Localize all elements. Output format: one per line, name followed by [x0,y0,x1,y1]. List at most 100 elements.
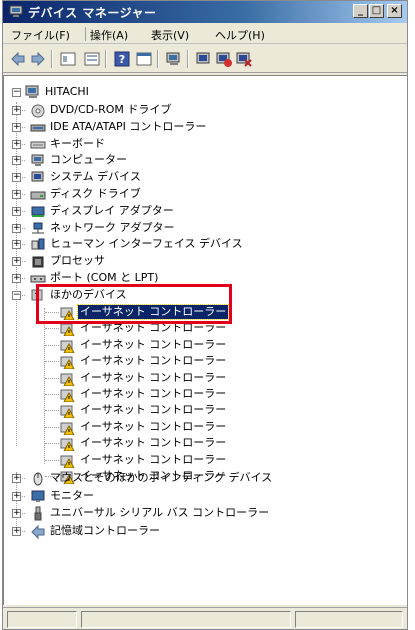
back-icon[interactable] [9,50,27,68]
expand-icon[interactable]: + [12,122,21,132]
tree-item-label: ネットワーク アダプター [50,220,175,234]
help-icon[interactable]: ? [113,50,131,68]
tree-line [45,361,59,363]
title-bar[interactable]: デバイス マネージャー _ □ × [3,1,407,23]
expand-icon[interactable]: + [12,223,21,233]
tree-item-system-devices[interactable]: + システム デバイス [10,169,340,186]
display-adapter-icon [31,206,45,217]
expand-icon[interactable]: + [12,257,21,267]
tree-line [45,443,59,445]
tree-item-label: 記憶域コントローラー [50,523,160,537]
keyboard-icon [30,141,46,149]
tree-item-usb-controllers[interactable]: + ユニバーサル シリアル バス コントローラー [10,505,340,522]
tree-item-ethernet-controller[interactable]: イーサネット コントローラー [10,402,340,419]
expand-icon[interactable]: + [12,240,21,250]
tree-item-label: モニター [50,488,94,502]
tree-root[interactable]: − HITACHI [10,84,210,101]
tree-item-label: イーサネット コントローラー [80,337,227,351]
expand-icon[interactable]: + [12,173,21,183]
device-manager-icon [9,5,23,17]
warning-device-icon [60,405,75,419]
tree-item-label: イーサネット コントローラー [80,387,227,400]
tree-item-human-interface-devices[interactable]: + ヒューマン インターフェイス デバイス [10,236,340,253]
hid-device-icon [31,238,45,250]
status-bar [3,607,407,629]
list-view-icon[interactable] [83,50,101,68]
tree-item-ethernet-controller[interactable]: イーサネット コントローラー [10,370,340,387]
disk-drive-icon [30,191,46,200]
tree-item-processors[interactable]: + プロセッサ [10,253,340,270]
tree-item-keyboards[interactable]: + キーボード [10,136,340,153]
tree-item-ethernet-controller[interactable]: イーサネット コントローラー [10,337,340,354]
menu-action[interactable]: 操作(A) [90,27,128,43]
expand-icon[interactable]: + [12,106,21,115]
tree-item-ethernet-controller[interactable]: イーサネット コントローラー [10,435,340,452]
tree-item-ethernet-controller[interactable]: イーサネット コントローラー [10,452,340,469]
tree-item-label: キーボード [50,136,105,150]
collapse-icon[interactable]: − [12,291,21,300]
tree-item-label: イーサネット コントローラー [80,452,227,466]
minimize-button[interactable]: _ [353,4,368,18]
collapse-icon[interactable]: − [12,88,21,97]
device-tree[interactable]: − HITACHI + DVD/CD-ROM ドライブ + IDE ATA/ATAPI… [3,75,407,605]
menu-bar: ファイル(F) 操作(A) 表示(V) ヘルプ(H) [3,24,407,44]
ide-controller-icon [30,124,46,132]
processor-icon [32,256,44,268]
expand-icon[interactable]: + [12,526,21,536]
console-icon[interactable] [135,50,153,68]
tree-line [45,459,59,461]
tree-item-dvd-cdrom-drives[interactable]: + DVD/CD-ROM ドライブ [10,102,340,119]
toolbar-separator [187,50,189,68]
tree-item-ethernet-controller[interactable]: イーサネット コントローラー [10,419,340,436]
expand-icon[interactable]: + [12,139,21,149]
tree-item-ide-ata-atapi-controllers[interactable]: + IDE ATA/ATAPI コントローラー [10,119,340,136]
menu-help[interactable]: ヘルプ(H) [215,27,265,43]
expand-icon[interactable]: + [12,190,21,199]
expand-icon[interactable]: + [12,274,21,283]
toolbar-separator [51,50,53,68]
tree-item-label: IDE ATA/ATAPI コントローラー [50,119,207,133]
tree-item-network-adapters[interactable]: + ネットワーク アダプター [10,220,340,237]
tree-item-ethernet-controller[interactable]: イーサネット コントローラー [10,353,340,370]
tree-line [45,377,59,379]
network-adapter-icon [32,222,44,234]
update-driver-icon[interactable] [195,50,213,68]
scan-hardware-icon[interactable] [165,50,183,68]
tree-item-mice-pointing-devices[interactable]: + マウスとそのほかのポインティング デバイス [10,470,340,487]
tree-item-disk-drives[interactable]: + ディスク ドライブ [10,186,340,203]
tree-item-label: イーサネット コントローラー [80,419,227,433]
forward-icon[interactable] [29,50,47,68]
tree-item-monitors[interactable]: + モニター [10,488,340,505]
uninstall-device-icon[interactable] [235,50,253,68]
menu-view[interactable]: 表示(V) [151,27,189,43]
expand-icon[interactable]: + [12,206,21,216]
tree-item-display-adapters[interactable]: + ディスプレイ アダプター [10,203,340,220]
tree-line [45,344,59,346]
properties-view-icon[interactable] [59,50,77,68]
computer-icon [31,154,44,167]
expand-icon[interactable]: + [12,509,21,518]
tree-item-ethernet-controller[interactable]: イーサネット コントローラー [10,386,340,403]
tree-item-computer[interactable]: + コンピューター [10,152,340,169]
maximize-button[interactable]: □ [369,4,384,18]
warning-device-icon [60,455,75,468]
system-device-icon [31,171,44,182]
tree-line [45,394,59,395]
tree-item-label: DVD/CD-ROM ドライブ [50,103,172,116]
tree-item-label: イーサネット コントローラー [80,354,227,368]
expand-icon[interactable]: + [12,491,21,501]
device-manager-window: デバイス マネージャー _ □ × ファイル(F) 操作(A) 表示(V) ヘル… [2,0,408,630]
disable-device-icon[interactable] [215,50,233,68]
tree-item-storage-controllers[interactable]: + 記憶域コントローラー [10,523,340,540]
expand-icon[interactable]: + [12,156,21,166]
dvd-drive-icon [31,104,45,118]
tree-line [45,426,59,428]
expand-icon[interactable]: + [12,474,21,483]
warning-device-icon [60,356,75,370]
menu-file[interactable]: ファイル(F) [11,27,70,43]
status-pane [295,611,403,628]
warning-device-icon [60,389,75,402]
warning-device-icon [60,438,75,452]
close-button[interactable]: × [387,4,402,18]
tree-line [45,410,59,412]
